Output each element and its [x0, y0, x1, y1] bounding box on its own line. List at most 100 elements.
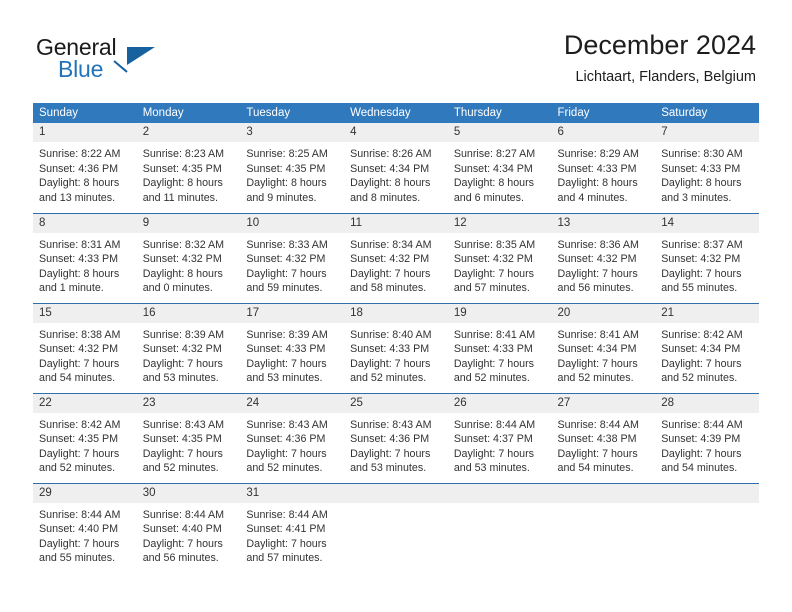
- sunrise-text: Sunrise: 8:26 AM: [350, 148, 432, 160]
- day-cell[interactable]: 5 Sunrise: 8:27 AM Sunset: 4:34 PM Dayli…: [447, 123, 552, 213]
- day-cell[interactable]: 13 Sunrise: 8:36 AM Sunset: 4:32 PM Dayl…: [551, 212, 656, 303]
- daylight-text-line2: and 52 minutes.: [246, 462, 323, 475]
- day-cell[interactable]: 12 Sunrise: 8:35 AM Sunset: 4:32 PM Dayl…: [447, 212, 552, 303]
- day-number: 29: [33, 483, 137, 503]
- day-details: Sunrise: 8:22 AM Sunset: 4:36 PM Dayligh…: [33, 142, 137, 205]
- day-cell[interactable]: 8 Sunrise: 8:31 AM Sunset: 4:33 PM Dayli…: [33, 212, 137, 303]
- day-number: [447, 483, 552, 503]
- day-cell[interactable]: 11 Sunrise: 8:34 AM Sunset: 4:32 PM Dayl…: [344, 212, 448, 303]
- day-details: Sunrise: 8:26 AM Sunset: 4:34 PM Dayligh…: [344, 142, 448, 205]
- daylight-text-line1: Daylight: 7 hours: [350, 447, 431, 460]
- daylight-text-line2: and 52 minutes.: [453, 372, 530, 385]
- sunset-text: Sunset: 4:32 PM: [142, 253, 222, 266]
- day-cell[interactable]: 22 Sunrise: 8:42 AM Sunset: 4:35 PM Dayl…: [33, 392, 137, 483]
- sunrise-text: Sunrise: 8:22 AM: [39, 148, 121, 160]
- day-details: Sunrise: 8:39 AM Sunset: 4:32 PM Dayligh…: [137, 323, 241, 386]
- day-cell[interactable]: 25 Sunrise: 8:43 AM Sunset: 4:36 PM Dayl…: [344, 392, 448, 483]
- day-details: Sunrise: 8:41 AM Sunset: 4:33 PM Dayligh…: [448, 323, 552, 386]
- day-cell[interactable]: 24 Sunrise: 8:43 AM Sunset: 4:36 PM Dayl…: [240, 392, 345, 483]
- day-cell[interactable]: 15 Sunrise: 8:38 AM Sunset: 4:32 PM Dayl…: [33, 302, 137, 393]
- day-cell[interactable]: 7 Sunrise: 8:30 AM Sunset: 4:33 PM Dayli…: [655, 123, 759, 213]
- sunrise-text: Sunrise: 8:44 AM: [661, 418, 743, 431]
- day-number: 13: [551, 213, 656, 233]
- sunset-text: Sunset: 4:33 PM: [557, 162, 637, 175]
- day-cell[interactable]: 3 Sunrise: 8:25 AM Sunset: 4:35 PM Dayli…: [240, 123, 345, 213]
- weekday-header-saturday: Saturday: [655, 103, 759, 123]
- sunset-text: Sunset: 4:35 PM: [39, 433, 119, 446]
- day-cell[interactable]: 9 Sunrise: 8:32 AM Sunset: 4:32 PM Dayli…: [136, 212, 241, 303]
- week-row: 1 Sunrise: 8:22 AM Sunset: 4:36 PM Dayli…: [33, 123, 759, 213]
- day-number: 21: [655, 303, 759, 323]
- day-details: Sunrise: 8:29 AM Sunset: 4:33 PM Dayligh…: [552, 142, 656, 205]
- daylight-text-line2: and 1 minute.: [39, 282, 104, 295]
- daylight-text-line1: Daylight: 7 hours: [453, 447, 535, 460]
- day-number: 8: [33, 213, 137, 233]
- day-number: [551, 483, 656, 503]
- day-number: 10: [240, 213, 345, 233]
- daylight-text-line2: and 54 minutes.: [39, 372, 116, 385]
- daylight-text-line1: Daylight: 8 hours: [350, 177, 431, 190]
- daylight-text-line1: Daylight: 7 hours: [246, 447, 327, 460]
- day-cell-empty: [344, 482, 448, 573]
- sunrise-text: Sunrise: 8:36 AM: [557, 238, 639, 251]
- week-row: 15 Sunrise: 8:38 AM Sunset: 4:32 PM Dayl…: [33, 302, 759, 393]
- daylight-text-line2: and 11 minutes.: [142, 191, 218, 204]
- sunset-text: Sunset: 4:35 PM: [246, 162, 326, 175]
- sunrise-text: Sunrise: 8:37 AM: [661, 238, 743, 251]
- day-cell[interactable]: 28 Sunrise: 8:44 AM Sunset: 4:39 PM Dayl…: [655, 392, 759, 483]
- day-cell[interactable]: 21 Sunrise: 8:42 AM Sunset: 4:34 PM Dayl…: [655, 302, 759, 393]
- day-cell[interactable]: 14 Sunrise: 8:37 AM Sunset: 4:32 PM Dayl…: [655, 212, 759, 303]
- daylight-text-line2: and 52 minutes.: [350, 372, 427, 385]
- day-number: 18: [344, 303, 448, 323]
- daylight-text-line1: Daylight: 7 hours: [246, 267, 327, 280]
- weekday-header-wednesday: Wednesday: [344, 103, 448, 123]
- day-cell[interactable]: 31 Sunrise: 8:44 AM Sunset: 4:41 PM Dayl…: [240, 482, 345, 573]
- daylight-text-line2: and 52 minutes.: [557, 372, 634, 385]
- day-cell[interactable]: 26 Sunrise: 8:44 AM Sunset: 4:37 PM Dayl…: [447, 392, 552, 483]
- day-cell[interactable]: 19 Sunrise: 8:41 AM Sunset: 4:33 PM Dayl…: [447, 302, 552, 393]
- daylight-text-line1: Daylight: 7 hours: [39, 357, 120, 370]
- day-cell[interactable]: 17 Sunrise: 8:39 AM Sunset: 4:33 PM Dayl…: [240, 302, 345, 393]
- day-details: Sunrise: 8:43 AM Sunset: 4:35 PM Dayligh…: [137, 413, 241, 476]
- day-cell[interactable]: 6 Sunrise: 8:29 AM Sunset: 4:33 PM Dayli…: [551, 123, 656, 213]
- sunset-text: Sunset: 4:34 PM: [453, 162, 533, 175]
- daylight-text-line1: Daylight: 8 hours: [661, 177, 742, 190]
- daylight-text-line2: and 8 minutes.: [350, 191, 421, 204]
- day-details: Sunrise: 8:31 AM Sunset: 4:33 PM Dayligh…: [33, 233, 137, 296]
- week-row: 8 Sunrise: 8:31 AM Sunset: 4:33 PM Dayli…: [33, 212, 759, 303]
- day-number: 14: [655, 213, 759, 233]
- day-number: 28: [655, 393, 759, 413]
- sunset-text: Sunset: 4:34 PM: [661, 343, 741, 356]
- sunrise-text: Sunrise: 8:39 AM: [142, 328, 225, 341]
- day-details: Sunrise: 8:38 AM Sunset: 4:32 PM Dayligh…: [33, 323, 137, 386]
- day-cell[interactable]: 18 Sunrise: 8:40 AM Sunset: 4:33 PM Dayl…: [344, 302, 448, 393]
- day-cell[interactable]: 1 Sunrise: 8:22 AM Sunset: 4:36 PM Dayli…: [33, 123, 137, 213]
- weekday-header-sunday: Sunday: [33, 103, 137, 123]
- day-number: 31: [240, 483, 345, 503]
- day-cell[interactable]: 2 Sunrise: 8:23 AM Sunset: 4:35 PM Dayli…: [136, 123, 241, 213]
- day-details: Sunrise: 8:44 AM Sunset: 4:39 PM Dayligh…: [655, 413, 759, 476]
- sunset-text: Sunset: 4:32 PM: [142, 343, 222, 356]
- day-cell[interactable]: 10 Sunrise: 8:33 AM Sunset: 4:32 PM Dayl…: [240, 212, 345, 303]
- day-number: 26: [447, 393, 552, 413]
- day-cell[interactable]: 4 Sunrise: 8:26 AM Sunset: 4:34 PM Dayli…: [344, 123, 448, 213]
- day-details: Sunrise: 8:25 AM Sunset: 4:35 PM Dayligh…: [240, 142, 344, 205]
- brand-logo[interactable]: General Blue: [36, 34, 236, 86]
- day-number: 11: [344, 213, 448, 233]
- daylight-text-line1: Daylight: 7 hours: [142, 357, 223, 370]
- daylight-text-line2: and 53 minutes.: [350, 462, 427, 475]
- daylight-text-line2: and 52 minutes.: [39, 462, 116, 475]
- day-cell[interactable]: 16 Sunrise: 8:39 AM Sunset: 4:32 PM Dayl…: [136, 302, 241, 393]
- sunset-text: Sunset: 4:32 PM: [39, 343, 119, 356]
- day-cell[interactable]: 27 Sunrise: 8:44 AM Sunset: 4:38 PM Dayl…: [551, 392, 656, 483]
- day-details: Sunrise: 8:23 AM Sunset: 4:35 PM Dayligh…: [137, 142, 241, 205]
- day-cell[interactable]: 20 Sunrise: 8:41 AM Sunset: 4:34 PM Dayl…: [551, 302, 656, 393]
- sunrise-text: Sunrise: 8:40 AM: [350, 328, 432, 341]
- day-cell[interactable]: 29 Sunrise: 8:44 AM Sunset: 4:40 PM Dayl…: [33, 482, 137, 573]
- day-number: 22: [33, 393, 137, 413]
- sunset-text: Sunset: 4:32 PM: [557, 253, 637, 266]
- day-cell[interactable]: 23 Sunrise: 8:43 AM Sunset: 4:35 PM Dayl…: [136, 392, 241, 483]
- sunrise-text: Sunrise: 8:44 AM: [246, 508, 328, 521]
- day-number: [344, 483, 448, 503]
- day-cell[interactable]: 30 Sunrise: 8:44 AM Sunset: 4:40 PM Dayl…: [136, 482, 241, 573]
